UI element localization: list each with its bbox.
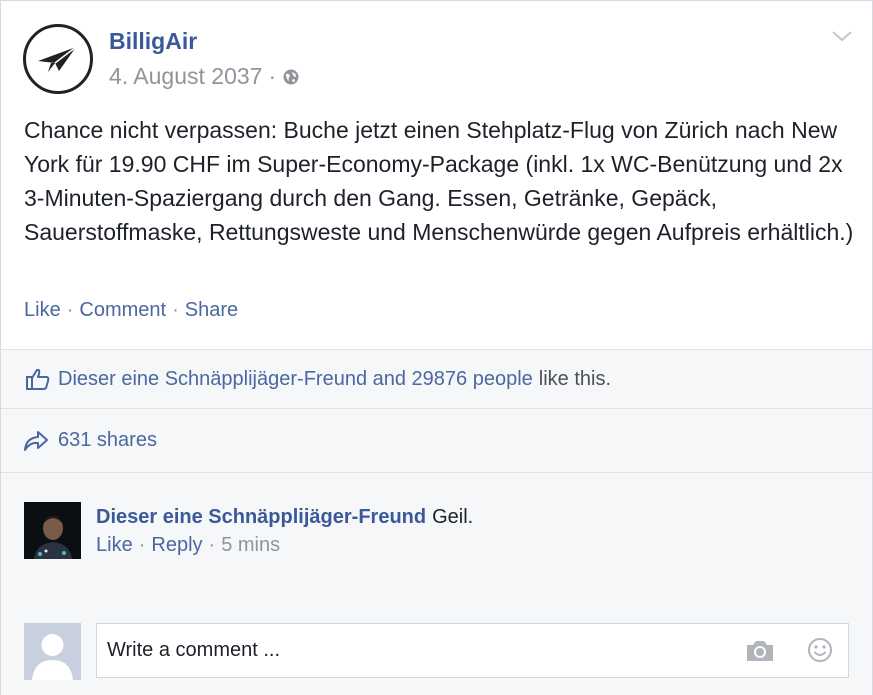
comment-composer	[96, 623, 849, 678]
comment-timestamp[interactable]: 5 mins	[221, 534, 280, 557]
chevron-down-icon[interactable]	[831, 29, 853, 43]
comment-action-separator: ·	[208, 534, 216, 556]
smiley-icon[interactable]	[807, 637, 833, 663]
thumbs-up-icon	[26, 368, 50, 390]
paper-plane-logo-icon	[38, 46, 77, 72]
post-meta: 4. August 2037 ·	[109, 63, 300, 90]
comment-link[interactable]: Comment	[79, 299, 166, 322]
action-separator: ·	[66, 299, 74, 321]
share-link[interactable]: Share	[185, 299, 238, 322]
like-link[interactable]: Like	[24, 299, 61, 322]
comment-author-row: Dieser eine Schnäpplijäger-Freund Geil.	[96, 506, 473, 529]
page-name-link[interactable]: BilligAir	[109, 28, 197, 55]
post-text: Chance nicht verpassen: Buche jetzt eine…	[24, 117, 854, 245]
comment-reply-link[interactable]: Reply	[151, 534, 202, 557]
commenter-photo	[24, 502, 81, 559]
commenter-avatar[interactable]	[24, 502, 81, 559]
comment-like-link[interactable]: Like	[96, 534, 133, 557]
shares-count-link[interactable]: 631 shares	[58, 429, 157, 452]
globe-icon[interactable]	[282, 68, 300, 86]
likes-tail-text: like this.	[538, 367, 612, 390]
likers-link[interactable]: Dieser eine Schnäpplijäger-Freund and 29…	[58, 368, 533, 391]
meta-separator: ·	[268, 63, 277, 89]
comment-item: Dieser eine Schnäpplijäger-Freund Geil. L…	[24, 502, 854, 562]
comment-action-separator: ·	[138, 534, 146, 556]
comment-author-link[interactable]: Dieser eine Schnäpplijäger-Freund	[96, 506, 426, 528]
feedback-panel: Dieser eine Schnäpplijäger-Freund and 29…	[1, 349, 872, 695]
share-arrow-icon	[24, 430, 48, 451]
page-avatar[interactable]	[23, 24, 93, 94]
shares-summary: 631 shares	[1, 409, 872, 473]
comment-text: Geil.	[432, 506, 474, 528]
comment-actions: Like · Reply · 5 mins	[96, 534, 280, 557]
post-actions: Like · Comment · Share	[24, 299, 238, 322]
default-avatar-silhouette	[24, 623, 81, 680]
post-card: BilligAir 4. August 2037 · Chance nicht …	[0, 0, 873, 695]
current-user-avatar	[24, 623, 81, 680]
action-separator: ·	[172, 299, 179, 321]
comment-input[interactable]	[97, 624, 737, 677]
camera-icon[interactable]	[745, 639, 775, 663]
post-date[interactable]: 4. August 2037	[109, 63, 262, 90]
likes-summary: Dieser eine Schnäpplijäger-Freund and 29…	[1, 350, 872, 409]
